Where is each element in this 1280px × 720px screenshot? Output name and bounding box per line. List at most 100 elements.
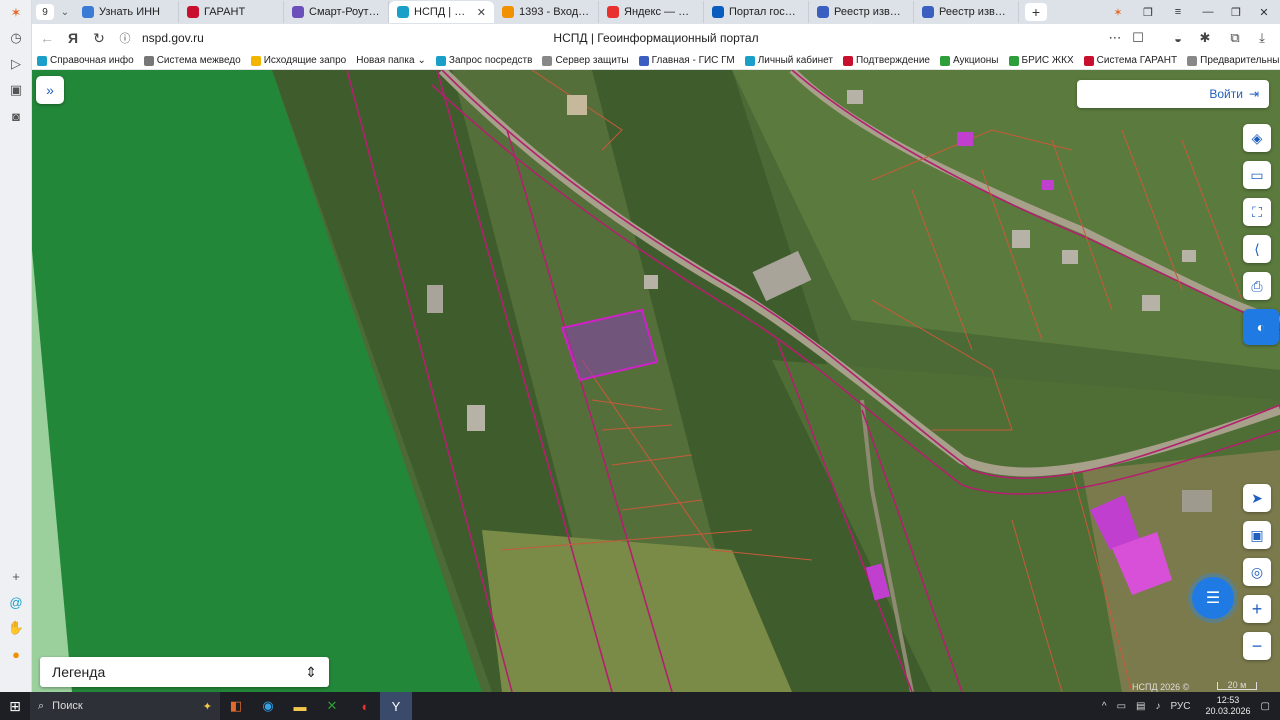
close-window-icon[interactable]: ✕ bbox=[1250, 0, 1278, 24]
legend-panel[interactable]: Легенда ⇕ bbox=[40, 657, 329, 687]
tab-counter-icon[interactable]: ▣ bbox=[6, 80, 26, 100]
bookmark-item[interactable]: Главная - ГИС ГМ bbox=[634, 55, 740, 66]
bookmark-label: Новая папка bbox=[356, 55, 415, 66]
chat-icon[interactable]: ☰ bbox=[1192, 577, 1234, 619]
browser-sidebar: ✶ ◷ ▷ ▣ ◙ + @ ✋ ● bbox=[0, 0, 32, 692]
bookmark-label: Главная - ГИС ГМ bbox=[651, 55, 735, 66]
protect-icon[interactable]: ◒ bbox=[1168, 28, 1188, 48]
browser-tab[interactable]: Реестр извещений bbox=[914, 1, 1019, 23]
volume-icon[interactable]: ♪ bbox=[1155, 701, 1160, 712]
print-icon[interactable]: ⎙ bbox=[1243, 272, 1271, 300]
excel-icon[interactable]: ✕ bbox=[316, 692, 348, 720]
bookmark-label: Личный кабинет bbox=[757, 55, 833, 66]
bookmark-item[interactable]: Аукционы bbox=[935, 55, 1004, 66]
site-info-icon[interactable]: ⓘ bbox=[112, 25, 138, 51]
app-red-icon[interactable]: ◖ bbox=[348, 692, 380, 720]
bookmark-favicon-icon bbox=[1008, 55, 1019, 66]
browser-tab[interactable]: НСПД | Геоинфо ✕ bbox=[389, 1, 494, 23]
language-indicator[interactable]: РУС bbox=[1170, 701, 1190, 712]
camera-icon[interactable]: ◙ bbox=[6, 106, 26, 126]
share-icon[interactable]: ⟨ bbox=[1243, 235, 1271, 263]
ruler-icon[interactable]: ▭ bbox=[1243, 161, 1271, 189]
bookmark-favicon-icon bbox=[250, 55, 261, 66]
bookmark-item[interactable]: Сервер защиты bbox=[537, 55, 633, 66]
browser-tab[interactable]: Портал государств bbox=[704, 1, 809, 23]
bookmark-item[interactable]: Личный кабинет bbox=[740, 55, 838, 66]
bookmark-favicon-icon bbox=[37, 55, 47, 66]
bookmark-item[interactable]: Запрос посредств bbox=[431, 55, 538, 66]
bookmark-item[interactable]: Исходящие запро bbox=[246, 55, 352, 66]
lock-menu-icon[interactable]: ⋯ bbox=[1105, 28, 1125, 48]
tab-favicon-icon bbox=[712, 6, 724, 18]
notifications-icon[interactable]: ▢ bbox=[1261, 701, 1270, 712]
taskbar: ⊞ ⌕ Поиск ✦ ◧ ◉ ▬ ✕ ◖ Y ^ ▭ ▤ ♪ РУС 12:5… bbox=[0, 692, 1280, 720]
chevron-down-icon[interactable]: ⌄ bbox=[56, 4, 74, 20]
browser-tab[interactable]: Узнать ИНН bbox=[74, 1, 179, 23]
history-icon[interactable]: ◷ bbox=[6, 28, 26, 48]
hand-icon[interactable]: ✋ bbox=[6, 618, 26, 638]
bookmark-item[interactable]: Новая папка ⌄ bbox=[351, 55, 431, 66]
layers-icon[interactable]: ◈ bbox=[1243, 124, 1271, 152]
translate-icon[interactable]: ⧉ bbox=[1225, 28, 1245, 48]
bookmarks-bar: Справочная инфо Система межведо Исходящие … bbox=[32, 52, 1280, 70]
minimize-icon[interactable]: — bbox=[1194, 0, 1222, 24]
play-icon[interactable]: ▷ bbox=[6, 54, 26, 74]
bookmark-label: БРИС ЖКХ bbox=[1021, 55, 1074, 66]
zoom-in-button[interactable]: + bbox=[1243, 595, 1271, 623]
task-view-icon[interactable]: ◧ bbox=[220, 692, 252, 720]
back-icon[interactable]: ← bbox=[34, 25, 60, 51]
clock[interactable]: 12:53 20.03.2026 bbox=[1206, 695, 1251, 717]
expand-panel-button[interactable]: » bbox=[36, 76, 64, 104]
geolocation-icon[interactable]: ➤ bbox=[1243, 484, 1271, 512]
tab-label: 1393 - Входящие — bbox=[519, 6, 590, 18]
yandex-logo-icon[interactable]: ✶ bbox=[6, 3, 26, 23]
bookmark-item[interactable]: Система межведо bbox=[139, 55, 246, 66]
edge-icon[interactable]: ◉ bbox=[252, 692, 284, 720]
chevron-up-icon[interactable]: ^ bbox=[1102, 701, 1107, 712]
url-field[interactable]: nspd.gov.ru bbox=[142, 31, 204, 45]
page-title: НСПД | Геоинформационный портал bbox=[553, 31, 759, 45]
taskbar-search[interactable]: ⌕ Поиск ✦ bbox=[30, 692, 220, 720]
bookmark-item[interactable]: БРИС ЖКХ bbox=[1004, 55, 1079, 66]
bookmark-label: Аукционы bbox=[952, 55, 999, 66]
bookmark-item[interactable]: Система ГАРАНТ bbox=[1079, 55, 1182, 66]
yandex-icon[interactable]: Я bbox=[60, 25, 86, 51]
browser-tab[interactable]: Яндекс — быстрый bbox=[599, 1, 704, 23]
windows-start-icon[interactable]: ⊞ bbox=[0, 692, 30, 720]
chat-assistant-icon[interactable]: ◐ bbox=[1243, 309, 1279, 345]
bookmark-item[interactable]: Справочная инфо bbox=[32, 55, 139, 66]
extension-icon[interactable]: ✱ bbox=[1195, 28, 1215, 48]
bookmark-item[interactable]: Предварительны bbox=[1182, 55, 1280, 66]
maximize-icon[interactable]: ❐ bbox=[1222, 0, 1250, 24]
close-tab-icon[interactable]: ✕ bbox=[477, 6, 486, 19]
menu-icon[interactable]: ≡ bbox=[1164, 0, 1192, 24]
network-icon[interactable]: ▤ bbox=[1136, 701, 1145, 712]
map-canvas[interactable]: » Войти ⇥ ◈ ▭ ⛶ ⟨ ⎙ ◐ ➤ ▣ ◎ + − ☰ Легенд… bbox=[32, 70, 1280, 692]
search-location-icon[interactable]: ◎ bbox=[1243, 558, 1271, 586]
zoom-out-button[interactable]: − bbox=[1243, 632, 1271, 660]
login-button[interactable]: Войти ⇥ bbox=[1077, 80, 1269, 108]
reload-icon[interactable]: ↻ bbox=[86, 25, 112, 51]
add-icon[interactable]: + bbox=[6, 566, 26, 586]
yandex-menu-icon[interactable]: ✶ bbox=[1104, 0, 1132, 24]
tab-label: Яндекс — быстрый bbox=[624, 6, 695, 18]
tab-label: Портал государств bbox=[729, 6, 800, 18]
select-area-icon[interactable]: ⛶ bbox=[1243, 198, 1271, 226]
file-explorer-icon[interactable]: ▬ bbox=[284, 692, 316, 720]
battery-icon[interactable]: ▭ bbox=[1117, 701, 1126, 712]
tab-count-badge[interactable]: 9 bbox=[36, 4, 54, 20]
download-icon[interactable]: ⤓ bbox=[1252, 28, 1272, 48]
browser-tab[interactable]: Реестр извещений bbox=[809, 1, 914, 23]
bookmark-item[interactable]: Подтверждение bbox=[838, 55, 935, 66]
basemap-icon[interactable]: ▣ bbox=[1243, 521, 1271, 549]
browser-tab[interactable]: ГАРАНТ bbox=[179, 1, 284, 23]
messenger-icon[interactable]: ● bbox=[6, 644, 26, 664]
tab-favicon-icon bbox=[607, 6, 619, 18]
browser-tab[interactable]: 1393 - Входящие — bbox=[494, 1, 599, 23]
bookmarks-icon[interactable]: ❐ bbox=[1134, 0, 1162, 24]
mail-icon[interactable]: @ bbox=[6, 592, 26, 612]
browser-tab[interactable]: Смарт-Роут - вход bbox=[284, 1, 389, 23]
yandex-browser-icon[interactable]: Y bbox=[380, 692, 412, 720]
bookmark-icon[interactable]: ☐ bbox=[1128, 28, 1148, 48]
new-tab-button[interactable]: + bbox=[1025, 3, 1047, 21]
